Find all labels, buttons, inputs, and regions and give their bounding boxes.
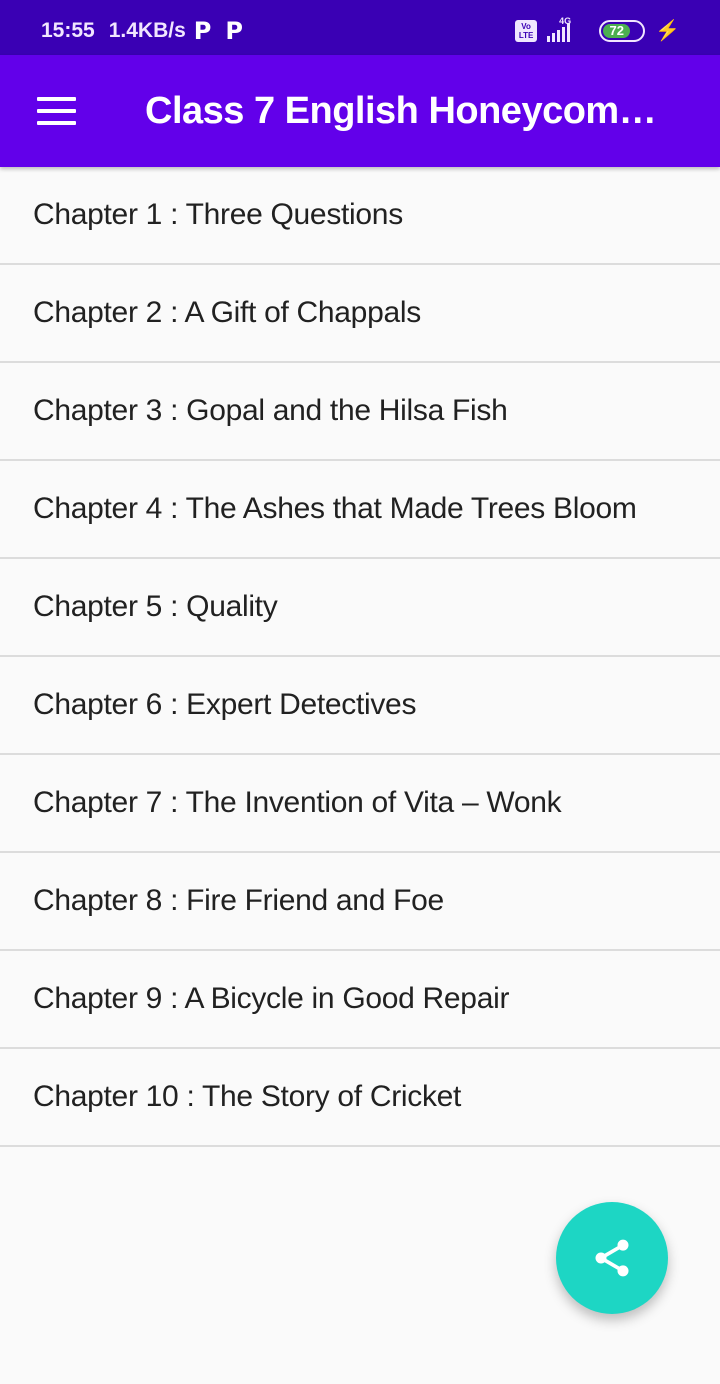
battery-level: 72 bbox=[603, 23, 631, 38]
chapter-list: Chapter 1 : Three Questions Chapter 2 : … bbox=[0, 167, 720, 1147]
volte-icon: Vo LTE bbox=[515, 19, 538, 42]
chapter-item[interactable]: Chapter 4 : The Ashes that Made Trees Bl… bbox=[0, 461, 720, 559]
p-icon: P bbox=[225, 16, 243, 45]
menu-button[interactable] bbox=[0, 55, 112, 167]
p-icon: P bbox=[193, 16, 212, 45]
app-bar: Class 7 English Honeycomb Solutions bbox=[0, 55, 720, 167]
status-bar: 15:55 1.4KB/s P P Vo LTE 4G 72 ⚡ bbox=[0, 0, 720, 55]
signal-icon: 4G bbox=[547, 16, 583, 44]
volte-label-top: Vo bbox=[521, 21, 531, 31]
chapter-item[interactable]: Chapter 10 : The Story of Cricket bbox=[0, 1049, 720, 1147]
battery-icon: 72 bbox=[599, 19, 646, 42]
chapter-item[interactable]: Chapter 3 : Gopal and the Hilsa Fish bbox=[0, 363, 720, 461]
charging-icon: ⚡ bbox=[655, 20, 680, 42]
network-speed: 1.4KB/s bbox=[108, 18, 186, 42]
hamburger-icon bbox=[37, 97, 76, 125]
share-button[interactable] bbox=[556, 1202, 668, 1314]
chapter-item[interactable]: Chapter 7 : The Invention of Vita – Wonk bbox=[0, 755, 720, 853]
share-icon bbox=[595, 1239, 629, 1277]
chapter-item[interactable]: Chapter 5 : Quality bbox=[0, 559, 720, 657]
app-title: Class 7 English Honeycomb Solutions bbox=[145, 89, 675, 132]
chapter-item[interactable]: Chapter 9 : A Bicycle in Good Repair bbox=[0, 951, 720, 1049]
chapter-item[interactable]: Chapter 1 : Three Questions bbox=[0, 167, 720, 265]
volte-label-bottom: LTE bbox=[518, 30, 534, 40]
chapter-item[interactable]: Chapter 6 : Expert Detectives bbox=[0, 657, 720, 755]
chapter-item[interactable]: Chapter 2 : A Gift of Chappals bbox=[0, 265, 720, 363]
status-time: 15:55 bbox=[41, 18, 95, 42]
chapter-item[interactable]: Chapter 8 : Fire Friend and Foe bbox=[0, 853, 720, 951]
